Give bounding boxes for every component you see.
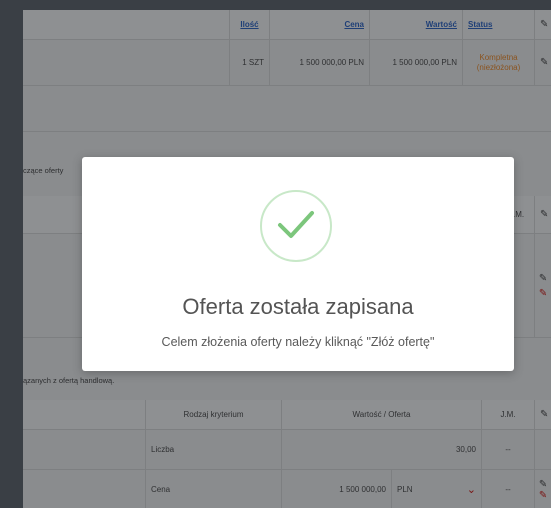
status-badge: Kompletna (niezłożona): [462, 40, 534, 85]
criteria-header-row: Rodzaj kryterium Wartość / Oferta J.M. ✎: [23, 400, 551, 430]
pencil-icon[interactable]: ✎: [539, 479, 547, 490]
modal-subtitle: Celem złożenia oferty należy kliknąć "Zł…: [161, 335, 435, 349]
edit-icon-mid[interactable]: ✎: [534, 196, 551, 233]
table-row: 1 SZT 1 500 000,00 PLN 1 500 000,00 PLN …: [23, 40, 551, 86]
column-header-qty[interactable]: Ilość: [229, 10, 269, 39]
table-row: Liczba 30,00 --: [23, 430, 551, 470]
cell-kind: Cena: [145, 470, 281, 508]
chevron-down-icon[interactable]: ⌄: [467, 483, 476, 496]
row-actions: ✎ ✎: [534, 234, 551, 337]
cell-unit: --: [481, 470, 534, 508]
table-row: Cena 1 500 000,00 PLN ⌄ -- ✎ ✎: [23, 470, 551, 508]
column-header-value-offer: Wartość / Oferta: [281, 400, 481, 429]
cell-qty: 1 SZT: [229, 40, 269, 85]
edit-icon-header[interactable]: ✎: [534, 10, 551, 39]
cell-unit: --: [481, 430, 534, 469]
table-header-row: Ilość Cena Wartość Status ✎: [23, 10, 551, 40]
column-header-kind: Rodzaj kryterium: [145, 400, 281, 429]
cell-kind: Liczba: [145, 430, 281, 469]
success-ring: [260, 190, 332, 262]
section-label-1: czące oferty: [23, 166, 64, 175]
delete-icon[interactable]: ✎: [539, 490, 547, 501]
currency-value: PLN: [397, 485, 413, 494]
success-modal: Oferta została zapisana Celem złożenia o…: [82, 157, 514, 371]
row-actions: ✎ ✎: [534, 470, 551, 508]
empty-row: [23, 86, 551, 132]
check-icon: [278, 211, 314, 238]
column-header-unit: J.M.: [481, 400, 534, 429]
column-header-price[interactable]: Cena: [269, 10, 369, 39]
top-strip: [23, 0, 551, 10]
column-header-value[interactable]: Wartość: [369, 10, 462, 39]
column-header-status[interactable]: Status: [462, 10, 534, 39]
pencil-icon[interactable]: ✎: [539, 273, 547, 284]
empty-cell: [534, 430, 551, 469]
delete-icon[interactable]: ✎: [539, 288, 547, 299]
cell-value: 30,00: [281, 430, 481, 469]
cell-value[interactable]: 1 500 000,00: [281, 470, 391, 508]
left-sidebar: [0, 0, 23, 508]
section-label-2: ązanych z ofertą handlową.: [23, 376, 115, 385]
page: Ilość Cena Wartość Status ✎ 1 SZT 1 500 …: [0, 0, 551, 508]
cell-price: 1 500 000,00 PLN: [269, 40, 369, 85]
cell-value: 1 500 000,00 PLN: [369, 40, 462, 85]
edit-icon-criteria[interactable]: ✎: [534, 400, 551, 429]
currency-select[interactable]: PLN ⌄: [391, 470, 481, 508]
modal-title: Oferta została zapisana: [182, 294, 414, 319]
edit-pencil-icon[interactable]: ✎: [534, 40, 551, 85]
